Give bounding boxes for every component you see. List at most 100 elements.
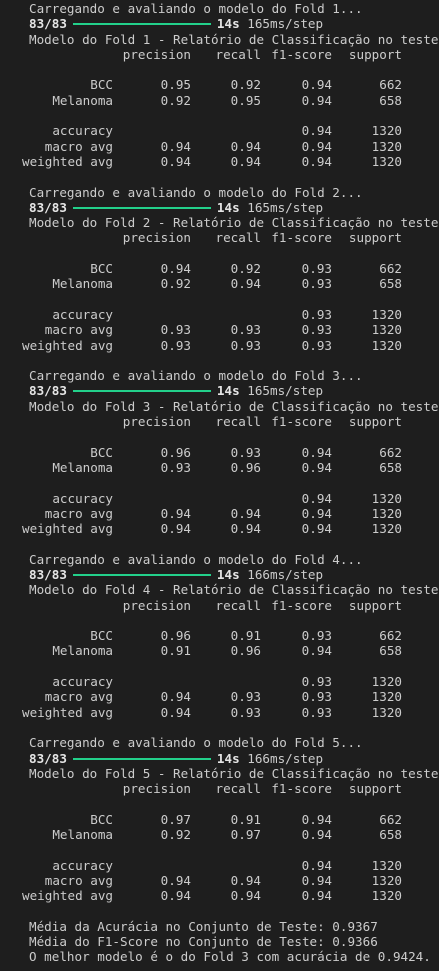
step-rate: 165ms/step xyxy=(247,383,324,399)
column-header: precision xyxy=(122,414,191,430)
row-label: accuracy xyxy=(52,123,113,139)
support-value: 1320 xyxy=(371,322,402,338)
class-row: Melanoma 0.92 0.95 0.94 658 xyxy=(0,93,439,108)
class-row: Melanoma 0.92 0.97 0.94 658 xyxy=(0,827,439,842)
support-value: 1320 xyxy=(371,337,402,353)
f1-value: 0.93 xyxy=(301,674,332,690)
row-label: weighted avg xyxy=(22,888,113,904)
support-value: 662 xyxy=(379,444,402,460)
precision-value: 0.94 xyxy=(160,872,191,888)
recall-value: 0.94 xyxy=(230,872,261,888)
fold-report-block: Carregando e avaliando o modelo do Fold … xyxy=(0,735,439,919)
summary-row: macro avg 0.93 0.93 0.93 1320 xyxy=(0,322,439,337)
row-label: macro avg xyxy=(44,505,113,521)
column-header: support xyxy=(348,46,402,62)
f1-value: 0.93 xyxy=(301,322,332,338)
class-row: Melanoma 0.93 0.96 0.94 658 xyxy=(0,460,439,475)
support-value: 1320 xyxy=(371,505,402,521)
precision-value: 0.94 xyxy=(160,689,191,705)
report-header: precision recall f1-score support xyxy=(0,781,439,796)
column-header: precision xyxy=(122,230,191,246)
precision-value: 0.92 xyxy=(160,92,191,108)
f1-value: 0.94 xyxy=(301,92,332,108)
row-label: accuracy xyxy=(52,490,113,506)
precision-value: 0.92 xyxy=(160,276,191,292)
progress-line: 83/83 14s 165ms/step xyxy=(0,200,439,215)
f1-value: 0.94 xyxy=(301,521,332,537)
row-label: accuracy xyxy=(52,306,113,322)
report-header: precision recall f1-score support xyxy=(0,414,439,429)
support-value: 658 xyxy=(379,643,402,659)
f1-value: 0.94 xyxy=(301,123,332,139)
elapsed-time: 14s xyxy=(216,750,240,766)
f1-value: 0.93 xyxy=(301,704,332,720)
support-value: 658 xyxy=(379,827,402,843)
row-label: Melanoma xyxy=(52,459,113,475)
summary-row: accuracy 0.93 1320 xyxy=(0,674,439,689)
precision-value: 0.92 xyxy=(160,827,191,843)
recall-value: 0.93 xyxy=(230,704,261,720)
precision-value: 0.93 xyxy=(160,337,191,353)
progress-bar xyxy=(72,390,211,393)
column-header: recall xyxy=(215,597,262,613)
column-header: f1-score xyxy=(271,597,332,613)
report-title: Modelo do Fold 3 - Relatório de Classifi… xyxy=(29,398,439,414)
precision-value: 0.96 xyxy=(160,444,191,460)
f1-value: 0.93 xyxy=(301,628,332,644)
precision-value: 0.95 xyxy=(160,77,191,93)
row-label: weighted avg xyxy=(22,521,113,537)
summary-row: accuracy 0.94 1320 xyxy=(0,123,439,138)
summary-row: accuracy 0.93 1320 xyxy=(0,307,439,322)
recall-value: 0.97 xyxy=(230,827,261,843)
f1-value: 0.94 xyxy=(301,643,332,659)
progress-line: 83/83 14s 166ms/step xyxy=(0,751,439,766)
recall-value: 0.93 xyxy=(230,337,261,353)
report-header: precision recall f1-score support xyxy=(0,230,439,245)
support-value: 1320 xyxy=(371,674,402,690)
class-row: BCC 0.96 0.91 0.93 662 xyxy=(0,628,439,643)
row-label: macro avg xyxy=(44,322,113,338)
support-value: 1320 xyxy=(371,490,402,506)
class-row: BCC 0.96 0.93 0.94 662 xyxy=(0,445,439,460)
f1-value: 0.94 xyxy=(301,77,332,93)
fold-report-block: Carregando e avaliando o modelo do Fold … xyxy=(0,185,439,369)
column-header: support xyxy=(348,781,402,797)
f1-value: 0.94 xyxy=(301,872,332,888)
column-header: f1-score xyxy=(271,230,332,246)
step-count: 83/83 xyxy=(29,383,67,399)
row-label: weighted avg xyxy=(22,337,113,353)
report-title: Modelo do Fold 2 - Relatório de Classifi… xyxy=(29,215,439,231)
step-count: 83/83 xyxy=(29,566,67,582)
f1-value: 0.94 xyxy=(301,444,332,460)
f1-value: 0.93 xyxy=(301,276,332,292)
row-label: BCC xyxy=(90,444,113,460)
report-title: Modelo do Fold 5 - Relatório de Classifi… xyxy=(29,765,439,781)
class-row: BCC 0.95 0.92 0.94 662 xyxy=(0,77,439,92)
step-count: 83/83 xyxy=(29,199,67,215)
row-label: Melanoma xyxy=(52,276,113,292)
precision-value: 0.94 xyxy=(160,138,191,154)
row-label: macro avg xyxy=(44,689,113,705)
column-header: recall xyxy=(215,46,262,62)
recall-value: 0.93 xyxy=(230,689,261,705)
report-title: Modelo do Fold 4 - Relatório de Classifi… xyxy=(29,582,439,598)
loading-line: Carregando e avaliando o modelo do Fold … xyxy=(29,551,363,567)
row-label: Melanoma xyxy=(52,827,113,843)
precision-value: 0.94 xyxy=(160,888,191,904)
row-label: weighted avg xyxy=(22,153,113,169)
f1-value: 0.94 xyxy=(301,811,332,827)
summary-row: weighted avg 0.93 0.93 0.93 1320 xyxy=(0,338,439,353)
elapsed-time: 14s xyxy=(216,566,240,582)
summary-row: weighted avg 0.94 0.94 0.94 1320 xyxy=(0,154,439,169)
support-value: 1320 xyxy=(371,857,402,873)
support-value: 662 xyxy=(379,77,402,93)
f1-value: 0.94 xyxy=(301,505,332,521)
